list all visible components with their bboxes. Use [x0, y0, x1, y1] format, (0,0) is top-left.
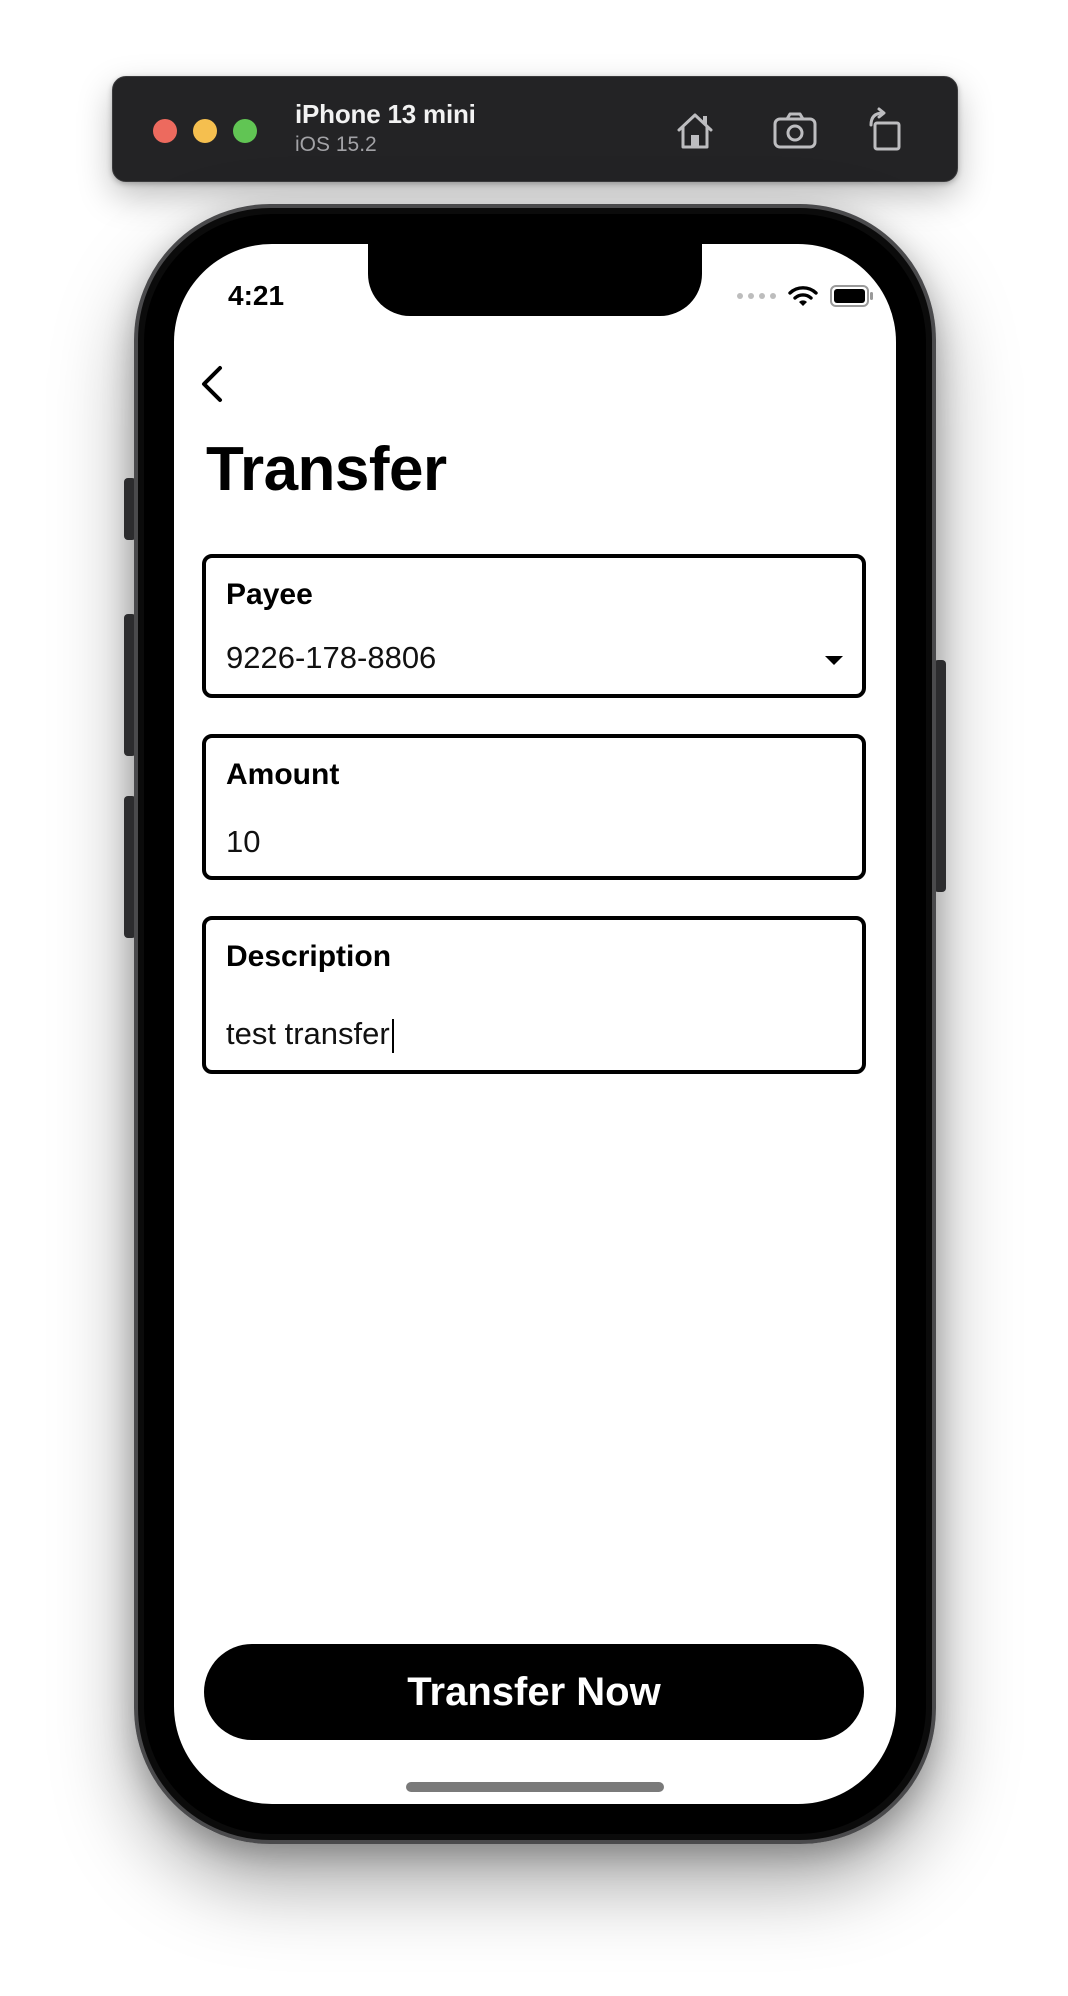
description-value-wrap: test transfer [226, 1016, 394, 1053]
app-screen: 4:21 Transfer Payee 9226-178-8806 Amount… [174, 244, 896, 1804]
notch [368, 244, 702, 316]
simulator-window: iPhone 13 mini iOS 15.2 4:21 Transfer Pa… [0, 0, 1068, 1996]
wifi-icon [788, 286, 818, 306]
amount-field[interactable]: Amount 10 [202, 734, 866, 880]
text-cursor [391, 1018, 394, 1053]
close-window-button[interactable] [153, 119, 177, 143]
status-icons [737, 284, 874, 308]
screenshot-icon [773, 112, 817, 149]
screenshot-button[interactable] [767, 103, 823, 159]
os-version: iOS 15.2 [295, 133, 377, 156]
home-icon [677, 113, 713, 149]
rotate-icon [869, 107, 901, 151]
signal-dots-icon [737, 293, 776, 299]
chevron-left-icon [202, 366, 222, 402]
zoom-window-button[interactable] [233, 119, 257, 143]
battery-icon [830, 285, 873, 307]
page-title: Transfer [206, 435, 447, 504]
rotate-button[interactable] [857, 103, 913, 159]
description-label: Description [226, 940, 392, 973]
back-button[interactable] [186, 356, 242, 412]
home-indicator[interactable] [406, 1782, 664, 1792]
payee-value: 9226-178-8806 [226, 640, 437, 675]
minimize-window-button[interactable] [193, 119, 217, 143]
simulator-toolbar: iPhone 13 mini iOS 15.2 [112, 76, 958, 182]
transfer-now-button[interactable]: Transfer Now [204, 1644, 864, 1740]
description-value: test transfer [226, 1016, 390, 1051]
description-field[interactable]: Description test transfer [202, 916, 866, 1074]
device-name: iPhone 13 mini [295, 99, 476, 129]
payee-label: Payee [226, 578, 313, 611]
dropdown-arrow-icon [825, 656, 843, 665]
status-time: 4:21 [228, 280, 285, 311]
home-button[interactable] [667, 103, 723, 159]
amount-value: 10 [226, 824, 261, 859]
amount-label: Amount [226, 758, 340, 791]
payee-select[interactable]: Payee 9226-178-8806 [202, 554, 866, 698]
